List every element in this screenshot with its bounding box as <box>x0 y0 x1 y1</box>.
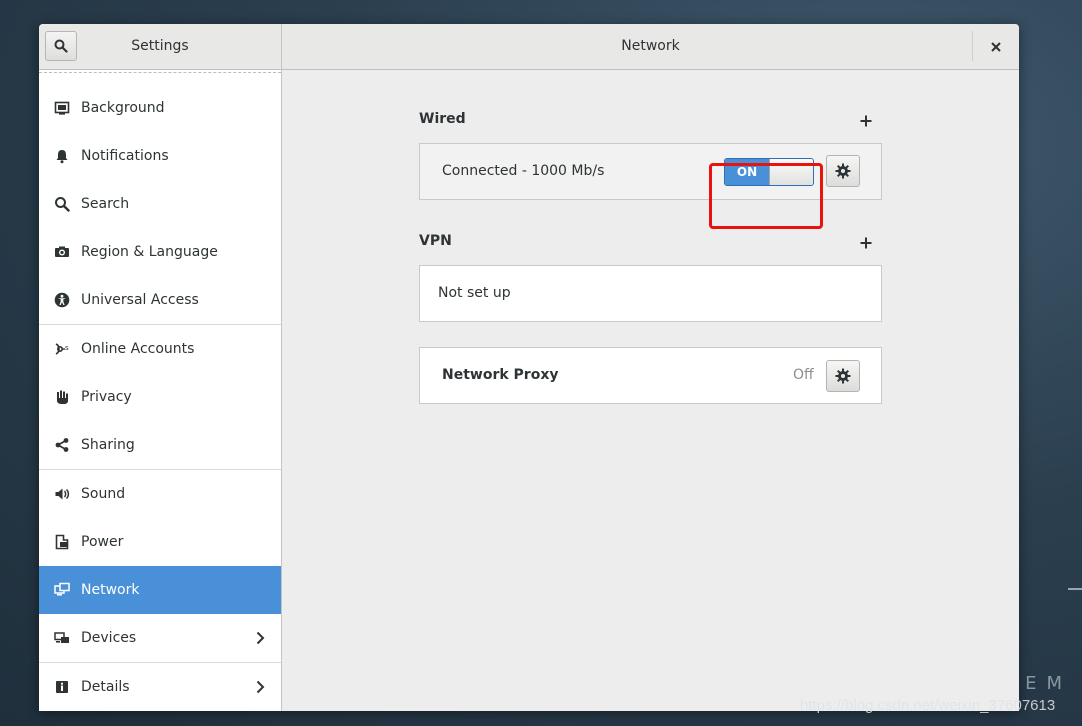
sidebar-item-privacy[interactable]: Privacy <box>39 373 281 421</box>
chevron-right-icon <box>255 630 265 649</box>
hand-icon <box>52 387 72 407</box>
header-bar: Settings Network <box>39 24 1019 70</box>
network-icon <box>52 580 72 600</box>
background-icon <box>52 98 72 118</box>
sidebar-item-sound[interactable]: Sound <box>39 470 281 518</box>
sidebar-item-label: Online Accounts <box>81 341 195 357</box>
sidebar-item-region-language[interactable]: Region & Language <box>39 228 281 276</box>
sidebar-item-label: Universal Access <box>81 292 199 308</box>
close-icon <box>991 42 1001 52</box>
network-proxy-label: Network Proxy <box>442 367 559 383</box>
accessibility-icon <box>52 290 72 310</box>
share-icon <box>52 435 72 455</box>
sidebar-item-label: Devices <box>81 630 137 646</box>
watermark: https://blog.csdn.net/weixin_37607613 <box>800 697 1056 714</box>
sidebar-item-label: Power <box>81 534 124 550</box>
wired-status: Connected - 1000 Mb/s <box>442 163 605 179</box>
online-accounts-icon: s <box>52 339 72 359</box>
chevron-right-icon <box>255 679 265 698</box>
sidebar-item-universal-access[interactable]: Universal Access <box>39 276 281 324</box>
sidebar-header: Settings <box>39 24 282 69</box>
search-icon <box>52 194 72 214</box>
plus-icon <box>860 237 872 249</box>
gear-icon <box>835 163 851 179</box>
sidebar-item-label: Privacy <box>81 389 132 405</box>
vpn-row: Not set up <box>419 265 882 322</box>
sidebar-item-search[interactable]: Search <box>39 180 281 228</box>
sidebar-item-network[interactable]: Network <box>39 566 281 614</box>
sidebar-item-label: Region & Language <box>81 244 218 260</box>
wired-settings-button[interactable] <box>826 155 860 187</box>
sidebar-item-label: Background <box>81 100 165 116</box>
camera-icon <box>52 242 72 262</box>
add-wired-button[interactable] <box>856 110 876 130</box>
vpn-status: Not set up <box>438 285 511 301</box>
sidebar-item-power[interactable]: Power <box>39 518 281 566</box>
sidebar: Background Notifications Search Region &… <box>39 70 282 711</box>
settings-window: Settings Network Background Notification… <box>39 24 1019 711</box>
sidebar-item-notifications[interactable]: Notifications <box>39 132 281 180</box>
info-icon <box>52 677 72 697</box>
background-decoration <box>1068 588 1082 590</box>
network-proxy-status: Off <box>793 367 814 383</box>
svg-text:s: s <box>65 344 69 352</box>
sidebar-search-separator <box>39 72 281 73</box>
sidebar-item-devices[interactable]: Devices <box>39 614 281 662</box>
sidebar-item-label: Sharing <box>81 437 135 453</box>
power-icon <box>52 532 72 552</box>
search-icon <box>54 39 68 53</box>
page-title: Network <box>621 38 680 54</box>
gear-icon <box>835 368 851 384</box>
sidebar-item-label: Details <box>81 679 130 695</box>
sidebar-item-background[interactable]: Background <box>39 84 281 132</box>
devices-icon <box>52 628 72 648</box>
network-panel: Wired Connected - 1000 Mb/s ON VPN Not s… <box>282 70 1019 711</box>
sidebar-item-label: Notifications <box>81 148 169 164</box>
header-separator <box>972 31 973 61</box>
bell-icon <box>52 146 72 166</box>
network-proxy-row[interactable]: Network Proxy Off <box>419 347 882 404</box>
sidebar-item-sharing[interactable]: Sharing <box>39 421 281 469</box>
search-button[interactable] <box>45 31 77 61</box>
speaker-icon <box>52 484 72 504</box>
sidebar-item-label: Search <box>81 196 130 212</box>
close-button[interactable] <box>979 32 1013 62</box>
vpn-section-label: VPN <box>419 233 452 249</box>
sidebar-item-label: Sound <box>81 486 126 502</box>
sidebar-item-details[interactable]: Details <box>39 663 281 711</box>
highlight-annotation <box>709 163 823 229</box>
sidebar-item-label: Network <box>81 582 140 598</box>
add-vpn-button[interactable] <box>856 232 876 252</box>
network-proxy-settings-button[interactable] <box>826 360 860 392</box>
plus-icon <box>860 115 872 127</box>
wired-section-label: Wired <box>419 111 466 127</box>
sidebar-item-online-accounts[interactable]: s Online Accounts <box>39 325 281 373</box>
